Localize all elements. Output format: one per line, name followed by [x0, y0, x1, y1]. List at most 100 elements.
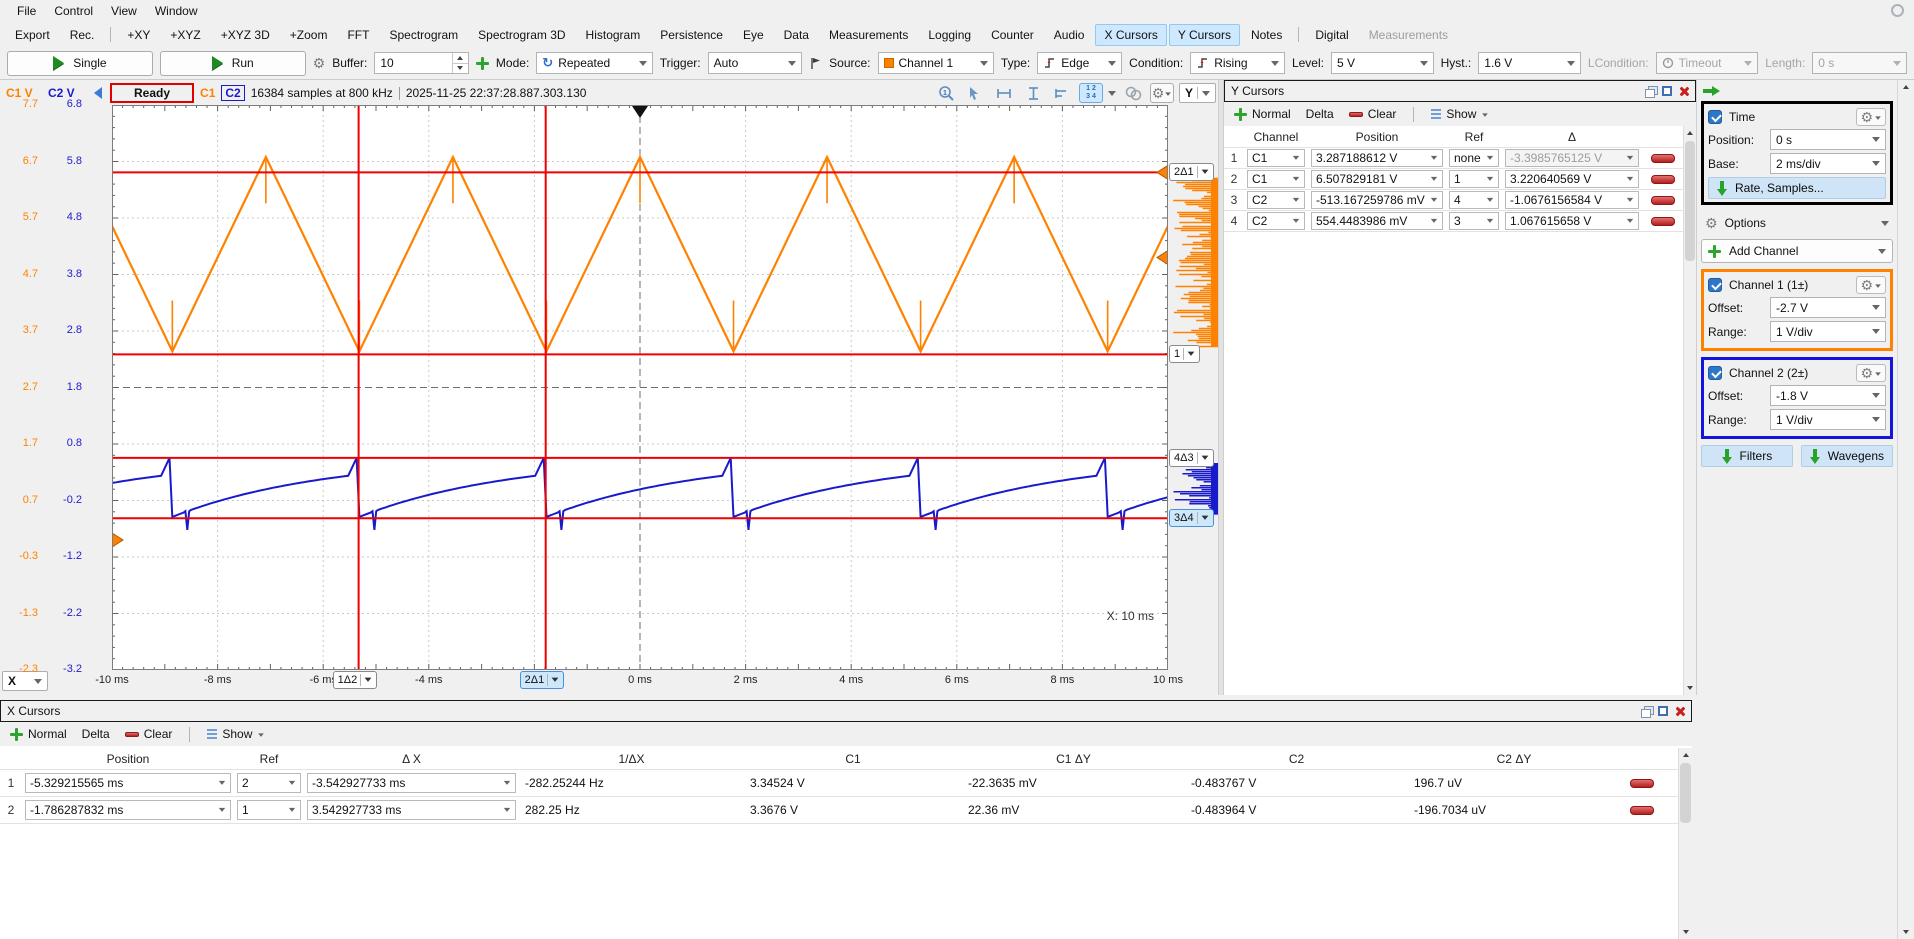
cursor-position-select[interactable]: 3.287188612 V [1311, 149, 1443, 167]
buffer-spinner[interactable]: 10 [374, 52, 469, 74]
instrument-tab[interactable]: Measurements [820, 24, 917, 46]
cursor-delta-select[interactable]: -1.0676156584 V [1505, 191, 1639, 209]
type-select[interactable]: Edge [1037, 52, 1122, 74]
cursor-delta-select[interactable]: 3.220640569 V [1505, 170, 1639, 188]
add-mode-icon[interactable] [476, 57, 489, 70]
buffer-gear-icon[interactable]: ⚙ [313, 56, 326, 70]
y-cursor-flag[interactable]: 4Δ3 [1169, 449, 1214, 467]
close-icon[interactable] [1678, 86, 1689, 97]
cursor-dx-select[interactable]: 3.542927733 ms [307, 800, 516, 820]
x-cursors-scrollbar[interactable] [1678, 748, 1692, 939]
instrument-tab[interactable]: Export [6, 24, 59, 46]
cursor-delta-select[interactable]: 1.067615658 V [1505, 212, 1639, 230]
instrument-tab[interactable]: Counter [982, 24, 1043, 46]
scroll-up-button[interactable] [1684, 126, 1696, 139]
channel2-range-select[interactable]: 1 V/div [1770, 409, 1886, 430]
channel1-range-select[interactable]: 1 V/div [1770, 321, 1886, 342]
scrollbar-thumb[interactable] [1680, 763, 1691, 823]
show-options-button[interactable]: Show [203, 725, 269, 743]
cursor-ref-select[interactable]: none [1449, 149, 1499, 167]
remove-cursor-button[interactable] [1620, 779, 1664, 788]
clear-cursors-button[interactable]: Clear [121, 725, 177, 743]
zoom-x1-icon[interactable]: 1 [934, 83, 958, 103]
expand-right-icon[interactable] [1703, 86, 1720, 96]
time-base-select[interactable]: 2 ms/div [1770, 153, 1886, 174]
x-cursor-flag[interactable]: 1Δ2 [333, 671, 378, 689]
cursor-position-select[interactable]: 6.507829181 V [1311, 170, 1443, 188]
hysteresis-select[interactable]: 1.6 V [1478, 52, 1581, 74]
cursor-position-select[interactable]: -5.329215565 ms [25, 773, 231, 793]
maximize-window-icon[interactable] [1658, 706, 1668, 716]
c1-status-badge[interactable]: C1 [200, 86, 215, 100]
instrument-tab[interactable]: Histogram [577, 24, 650, 46]
condition-select[interactable]: Rising [1190, 52, 1285, 74]
time-position-select[interactable]: 0 s [1770, 129, 1886, 150]
x-cursor-flag[interactable]: 2Δ1 [520, 671, 565, 689]
channel1-offset-select[interactable]: -2.7 V [1770, 297, 1886, 318]
instrument-tab[interactable]: Eye [734, 24, 773, 46]
instrument-tab[interactable]: Measurements [1360, 24, 1457, 46]
menu-item[interactable]: Control [45, 2, 102, 20]
height-measure-icon[interactable] [1021, 83, 1045, 103]
cursor-ref-select[interactable]: 1 [1449, 170, 1499, 188]
scroll-down-button[interactable] [1898, 926, 1914, 939]
filters-button[interactable]: Filters [1701, 445, 1793, 467]
run-button[interactable]: Run [160, 51, 306, 76]
zoom-reset-icon[interactable] [1121, 83, 1145, 103]
cursor-channel-select[interactable]: C1 [1247, 170, 1305, 188]
plot-settings-button[interactable]: ⚙ [1150, 83, 1174, 103]
instrument-tab[interactable]: Rec. [61, 24, 104, 46]
add-normal-cursor-button[interactable]: Normal [1230, 105, 1295, 123]
float-window-icon[interactable] [1645, 86, 1656, 96]
wavegens-button[interactable]: Wavegens [1801, 445, 1893, 467]
scroll-down-button[interactable] [1684, 682, 1696, 695]
single-button[interactable]: Single [7, 51, 153, 76]
remove-cursor-button[interactable] [1642, 196, 1684, 205]
menu-item[interactable]: Window [146, 2, 207, 20]
instrument-tab[interactable]: X Cursors [1095, 24, 1166, 46]
lcondition-select[interactable]: Timeout [1656, 52, 1759, 74]
settings-scrollbar[interactable] [1897, 80, 1914, 939]
y-cursor-flag[interactable]: 2Δ1 [1169, 163, 1214, 181]
cursor-ref-select[interactable]: 1 [237, 800, 301, 820]
instrument-tab[interactable]: +Zoom [281, 24, 337, 46]
quad-grid-button[interactable]: 1 23 4 [1079, 83, 1103, 103]
add-delta-cursor-button[interactable]: Delta [1302, 105, 1338, 123]
level-select[interactable]: 5 V [1331, 52, 1434, 74]
cursor-position-select[interactable]: -513.167259786 mV [1311, 191, 1443, 209]
menu-item[interactable]: File [8, 2, 45, 20]
float-window-icon[interactable] [1641, 706, 1652, 716]
cursor-position-select[interactable]: -1.786287832 ms [25, 800, 231, 820]
edge-measure-icon[interactable] [1050, 83, 1074, 103]
show-options-button[interactable]: Show [1427, 105, 1493, 123]
rate-samples-button[interactable]: Rate, Samples... [1708, 177, 1886, 199]
scroll-up-button[interactable] [1898, 80, 1914, 93]
grid-options-chevron[interactable] [1108, 91, 1116, 100]
instrument-tab[interactable]: +XYZ [161, 24, 209, 46]
scrollbar-thumb[interactable] [1685, 141, 1695, 261]
window-menu-icon[interactable] [1891, 4, 1904, 17]
channel1-settings-button[interactable]: ⚙ [1856, 276, 1886, 294]
y-cursor-flag[interactable]: 3Δ4 [1169, 509, 1214, 527]
c2-status-badge[interactable]: C2 [221, 85, 244, 101]
options-button[interactable]: ⚙ Options [1701, 211, 1893, 235]
instrument-tab[interactable]: Spectrogram [380, 24, 467, 46]
cursor-position-select[interactable]: 554.4483986 mV [1311, 212, 1443, 230]
cursor-ref-select[interactable]: 3 [1449, 212, 1499, 230]
cursor-channel-select[interactable]: C1 [1247, 149, 1305, 167]
instrument-tab[interactable]: Spectrogram 3D [469, 24, 574, 46]
channel1-enabled-checkbox[interactable] [1708, 278, 1722, 292]
length-select[interactable]: 0 s [1812, 52, 1907, 74]
channel2-offset-select[interactable]: -1.8 V [1770, 385, 1886, 406]
instrument-tab[interactable]: Logging [919, 24, 980, 46]
add-normal-cursor-button[interactable]: Normal [6, 725, 71, 743]
scroll-down-button[interactable] [1679, 926, 1692, 939]
trigger-select[interactable]: Auto [708, 52, 803, 74]
cursor-delta-select[interactable]: -3.3985765125 V [1505, 149, 1639, 167]
close-icon[interactable] [1674, 706, 1685, 717]
cursor-ref-select[interactable]: 4 [1449, 191, 1499, 209]
instrument-tab[interactable]: Notes [1242, 24, 1291, 46]
remove-cursor-button[interactable] [1642, 154, 1684, 163]
menu-item[interactable]: View [102, 2, 146, 20]
add-channel-button[interactable]: Add Channel [1701, 239, 1893, 263]
